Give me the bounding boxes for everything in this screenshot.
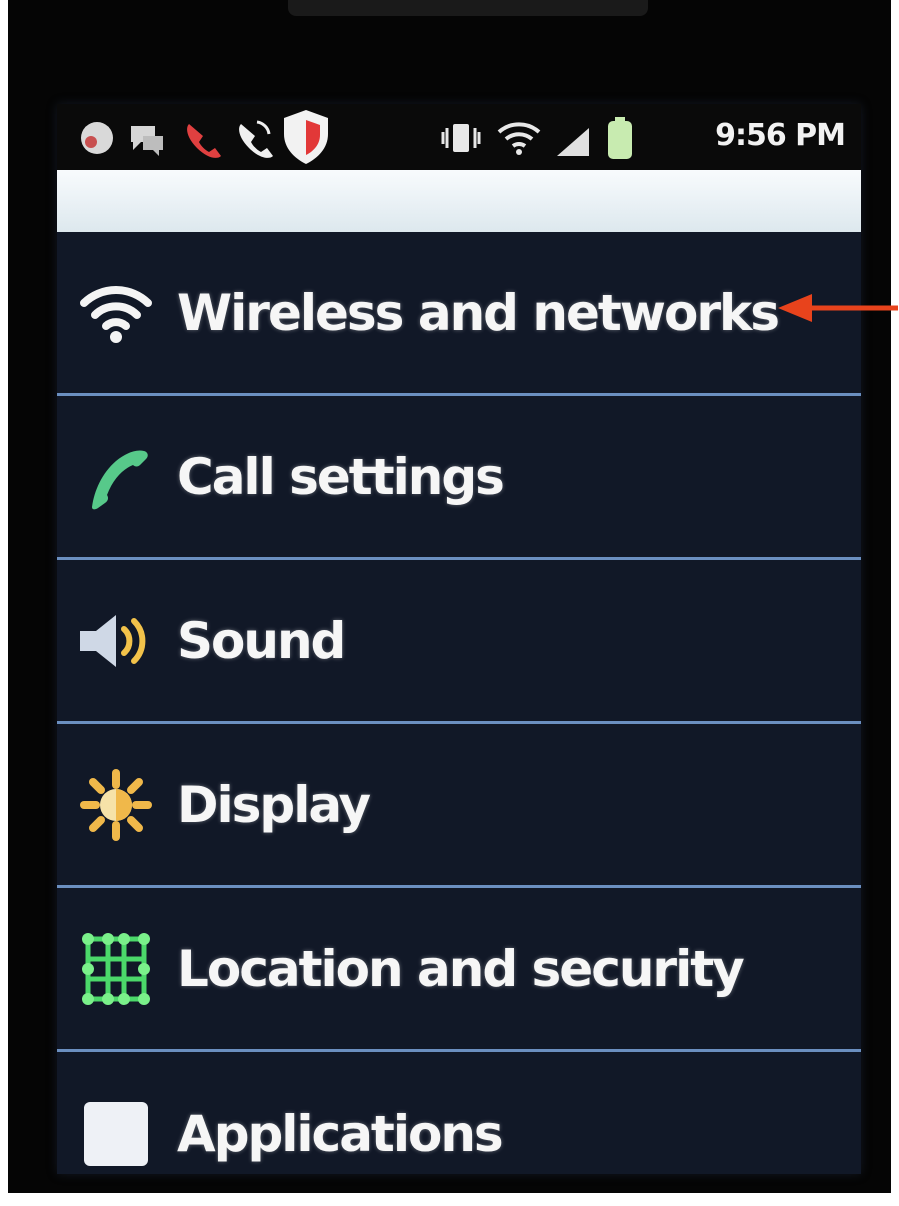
phone-screen: 9:56 PM Wireless and networks Call setti… <box>57 104 861 1174</box>
message-icon <box>127 122 167 160</box>
status-time: 9:56 PM <box>715 118 846 153</box>
phone-icon <box>75 436 157 518</box>
bezel-logo-area <box>288 0 648 16</box>
battery-icon <box>605 116 635 164</box>
settings-item-label: Location and security <box>177 939 745 998</box>
settings-item-label: Display <box>177 775 371 834</box>
settings-item-wireless-and-networks[interactable]: Wireless and networks <box>57 232 861 396</box>
settings-item-display[interactable]: Display <box>57 724 861 888</box>
settings-item-label: Sound <box>177 611 346 670</box>
title-bar <box>57 170 861 232</box>
annotation-arrow-icon <box>778 294 898 322</box>
location-grid-icon <box>75 928 157 1010</box>
wifi-signal-icon <box>497 118 541 162</box>
settings-item-location-and-security[interactable]: Location and security <box>57 888 861 1052</box>
cell-signal-icon <box>553 124 593 162</box>
settings-item-label: Call settings <box>177 447 505 506</box>
settings-item-label: Applications <box>177 1105 504 1163</box>
speaker-icon <box>75 600 157 682</box>
shield-icon <box>281 108 331 170</box>
settings-list: Wireless and networks Call settings Soun… <box>57 232 861 1174</box>
settings-item-sound[interactable]: Sound <box>57 560 861 724</box>
settings-item-call-settings[interactable]: Call settings <box>57 396 861 560</box>
notification-icon <box>77 114 117 162</box>
settings-item-label: Wireless and networks <box>177 283 780 342</box>
missed-call-icon <box>181 118 221 162</box>
call-icon <box>233 118 273 162</box>
applications-icon <box>75 1093 157 1174</box>
wifi-icon <box>75 272 157 354</box>
settings-item-applications[interactable]: Applications <box>57 1052 861 1174</box>
brightness-icon <box>75 764 157 846</box>
status-bar[interactable]: 9:56 PM <box>57 104 861 170</box>
vibrate-icon <box>441 120 481 160</box>
